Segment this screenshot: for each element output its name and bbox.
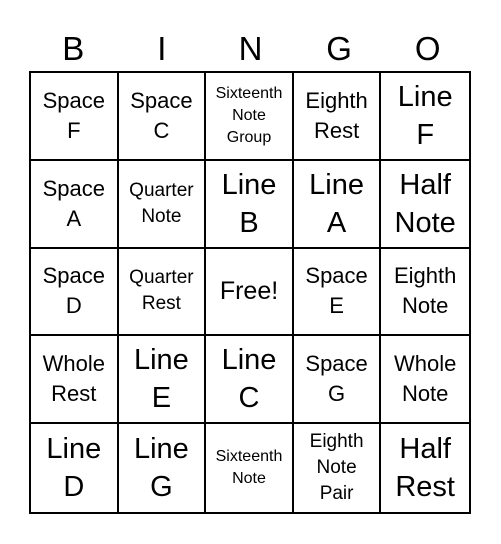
bingo-cell[interactable]: Line E [118,336,207,425]
cell-text: Eighth Note Pair [309,431,364,505]
bingo-cell[interactable]: Space C [118,73,207,161]
bingo-cell[interactable]: Line C [206,336,294,425]
cell-text: Line A [309,168,364,239]
bingo-cell[interactable]: Whole Note [381,336,469,425]
bingo-cell[interactable]: Space D [31,248,119,337]
cell-text: Space E [305,263,368,319]
bingo-cell[interactable]: Eighth Note Pair [294,424,382,512]
cell-text: Quarter Rest [129,267,194,315]
cell-text: Eighth Rest [305,87,368,143]
cell-text: Eighth Note [393,263,457,319]
cell-text: Space F [42,87,105,143]
cell-text: Line F [397,80,453,151]
header-letter-i: I [157,30,167,67]
cell-text: Whole Note [394,351,457,407]
header-letter-b: B [62,30,85,67]
bingo-cell[interactable]: Space F [31,73,119,161]
bingo-cell[interactable]: Line G [119,424,207,512]
cell-text: Quarter Note [129,179,194,227]
bingo-cell[interactable]: Half Note [381,161,469,249]
bingo-cell[interactable]: Space E [293,248,382,337]
bingo-cell[interactable]: Whole Rest [31,336,119,425]
bingo-cell[interactable]: Line B [206,160,294,249]
bingo-cell[interactable]: Sixteenth Note [206,424,294,512]
cell-text: Line G [133,433,189,504]
cell-text: Line E [133,344,189,415]
cell-text: Space G [305,351,368,407]
header-letter-g: G [326,30,352,67]
bingo-cell[interactable]: Line D [31,424,119,512]
cell-text: Whole Rest [42,351,105,407]
bingo-cell[interactable]: Line A [293,160,382,249]
bingo-cell[interactable]: Space G [293,336,382,425]
cell-text: Space D [42,263,105,319]
cell-text: Sixteenth Note Group [215,84,283,146]
bingo-cell[interactable]: Quarter Rest [118,248,207,337]
cell-text: Half Rest [395,433,455,504]
cell-text: Space A [42,175,105,231]
bingo-cell[interactable]: Half Rest [381,424,469,512]
header-letter-n: N [238,30,263,67]
cell-text: Half Note [394,168,456,239]
bingo-grid: Space F Space C Sixteenth Note Group Eig… [29,71,471,514]
bingo-cell[interactable]: Sixteenth Note Group [206,73,294,161]
cell-text: Line C [221,344,277,415]
bingo-header: B I N G O [29,26,472,72]
header-letter-o: O [414,30,441,67]
bingo-cell[interactable]: Eighth Rest [293,73,382,161]
bingo-cell[interactable]: Eighth Note [381,249,469,337]
cell-text: Line B [221,168,277,239]
bingo-cell[interactable]: Space A [31,160,119,249]
bingo-cell[interactable]: Quarter Note [118,160,207,249]
cell-text: Free! [219,277,279,306]
cell-text: Space C [130,87,193,143]
cell-text: Sixteenth Note [215,448,283,488]
cell-text: Line D [46,433,102,504]
free-space[interactable]: Free! [206,248,294,337]
bingo-cell[interactable]: Line F [381,73,469,161]
